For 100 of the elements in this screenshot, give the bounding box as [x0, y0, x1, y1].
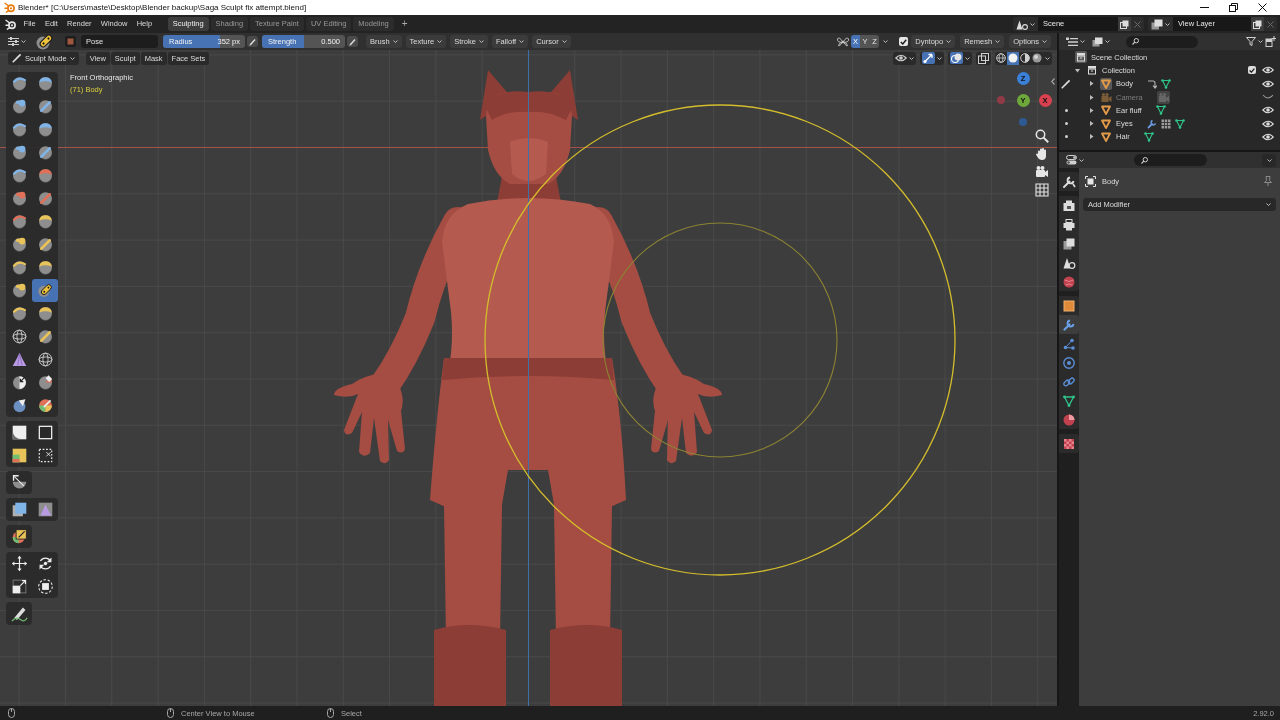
- caret-icon: [995, 40, 1001, 43]
- sliders-icon: [8, 37, 19, 46]
- tool-button[interactable]: [32, 279, 58, 302]
- window-title: Blender* [C:\Users\maste\Desktop\Blender backup\Saga Sculpt fix attempt.blend]: [18, 3, 307, 12]
- solid-disc-icon: [1008, 53, 1018, 63]
- gizmo-dropdown[interactable]: [920, 51, 944, 65]
- mouse-icon: [327, 708, 334, 718]
- scene-menu-button[interactable]: [1013, 17, 1038, 31]
- transform-icon: [36, 578, 54, 595]
- eye-icon[interactable]: [1262, 106, 1274, 115]
- shading-button[interactable]: [1007, 51, 1019, 65]
- brush-preview-icon: [65, 36, 76, 47]
- eye-icon[interactable]: [1262, 79, 1274, 88]
- brush-icon[interactable]: [1061, 78, 1071, 89]
- caret-icon: [392, 40, 398, 43]
- half-disc-icon: [1020, 53, 1030, 63]
- disclosure-triangle-icon[interactable]: [1088, 134, 1094, 140]
- caret-icon: [1079, 158, 1084, 162]
- dot-icon[interactable]: [1064, 135, 1068, 139]
- caret-icon: [69, 56, 75, 60]
- caret-icon: [946, 40, 952, 43]
- checker-icon: [1062, 436, 1076, 451]
- restore-icon[interactable]: [1229, 3, 1238, 12]
- dot-icon[interactable]: [1064, 122, 1068, 126]
- axis-dot-icon[interactable]: [1019, 118, 1027, 126]
- pencil-icon: [10, 605, 28, 622]
- tool-button[interactable]: [6, 602, 32, 625]
- dot-icon[interactable]: [1064, 108, 1068, 112]
- new-collection-icon[interactable]: [1265, 36, 1276, 47]
- duplicate-button[interactable]: [1118, 17, 1131, 31]
- dashed-box-icon: [36, 447, 54, 464]
- shading-button[interactable]: [995, 51, 1007, 65]
- disclosure-triangle-icon[interactable]: [1088, 107, 1094, 113]
- wire-sphere-icon: [10, 328, 28, 345]
- caret-icon: [1266, 158, 1272, 162]
- sphere-brush-icon: [36, 167, 54, 184]
- chevron-left-icon[interactable]: [1051, 78, 1055, 85]
- shading-button[interactable]: [1019, 51, 1031, 65]
- sphere-brush-icon: [36, 75, 54, 92]
- pen-icon[interactable]: [247, 36, 258, 47]
- triangle-mesh-icon: [1174, 118, 1185, 129]
- close-icon[interactable]: [1258, 3, 1267, 12]
- grid-icon[interactable]: [1035, 183, 1049, 197]
- display-mode-button[interactable]: [1090, 35, 1112, 48]
- add-workspace-button[interactable]: +: [398, 17, 411, 31]
- sphere-brush-icon: [36, 259, 54, 276]
- eye-icon[interactable]: [1262, 66, 1274, 75]
- sphere-brush-icon: [10, 190, 28, 207]
- magnifier-icon[interactable]: [1035, 129, 1049, 143]
- options-button[interactable]: [1262, 153, 1276, 167]
- camera-back-icon: [1062, 198, 1076, 213]
- tool-button[interactable]: [6, 471, 32, 494]
- duplicate-button[interactable]: [1251, 17, 1264, 31]
- shaded-disc-icon: [1032, 53, 1042, 63]
- search-field[interactable]: [1126, 35, 1198, 48]
- caret-icon: [1258, 40, 1263, 43]
- shading-button[interactable]: [1031, 51, 1043, 65]
- sphere-brush-icon: [36, 213, 54, 230]
- blender-logo-icon[interactable]: [5, 18, 16, 30]
- disclosure-triangle-icon[interactable]: [1074, 67, 1080, 73]
- framed-square-icon: [1085, 175, 1096, 187]
- caret-icon: [561, 40, 567, 43]
- sphere-brush-icon: [10, 259, 28, 276]
- caret-icon: [519, 40, 525, 43]
- search-field[interactable]: [1133, 154, 1207, 166]
- eye-icon[interactable]: [1262, 132, 1274, 141]
- disclosure-triangle-icon[interactable]: [1088, 81, 1094, 87]
- search-icon: [1132, 38, 1139, 45]
- editor-type-button[interactable]: [1064, 153, 1086, 167]
- checkbox[interactable]: [1248, 66, 1256, 75]
- axis-dot-icon[interactable]: [997, 96, 1005, 104]
- scale-icon: [10, 578, 28, 595]
- dyntopo-checkbox[interactable]: [899, 37, 909, 46]
- shading-options-button[interactable]: [1043, 51, 1052, 65]
- box-face-set-icon: [10, 447, 28, 464]
- mesh-filter-icon: [10, 474, 28, 491]
- editor-type-button[interactable]: [1064, 35, 1087, 48]
- disclosure-triangle-icon[interactable]: [1088, 121, 1094, 127]
- image-stack-icon: [1062, 236, 1076, 251]
- wire-sphere-icon: [36, 351, 54, 368]
- wire-globe-icon: [996, 53, 1006, 63]
- hand-icon[interactable]: [1035, 147, 1049, 161]
- visibility-dropdown[interactable]: [893, 51, 916, 65]
- eye-icon[interactable]: [1262, 119, 1274, 128]
- caret-icon: [1165, 22, 1170, 26]
- filter-button[interactable]: [1244, 35, 1265, 48]
- sphere-brush-icon: [36, 236, 54, 253]
- app-logo-icon: [4, 2, 15, 13]
- camera-icon[interactable]: [1035, 165, 1049, 179]
- overlays-dropdown[interactable]: [948, 51, 972, 65]
- tools-icon: [1062, 174, 1076, 189]
- view-layer-menu-button[interactable]: [1148, 17, 1173, 31]
- tool-button[interactable]: [6, 525, 32, 548]
- pin-icon[interactable]: [1264, 176, 1272, 186]
- globe-icon: [1062, 274, 1076, 289]
- list-icon: [1066, 36, 1078, 47]
- sphere-brush-icon: [36, 328, 54, 345]
- sphere-brush-icon: [36, 98, 54, 115]
- pen-icon[interactable]: [347, 36, 358, 47]
- tool-settings-button[interactable]: [7, 35, 27, 48]
